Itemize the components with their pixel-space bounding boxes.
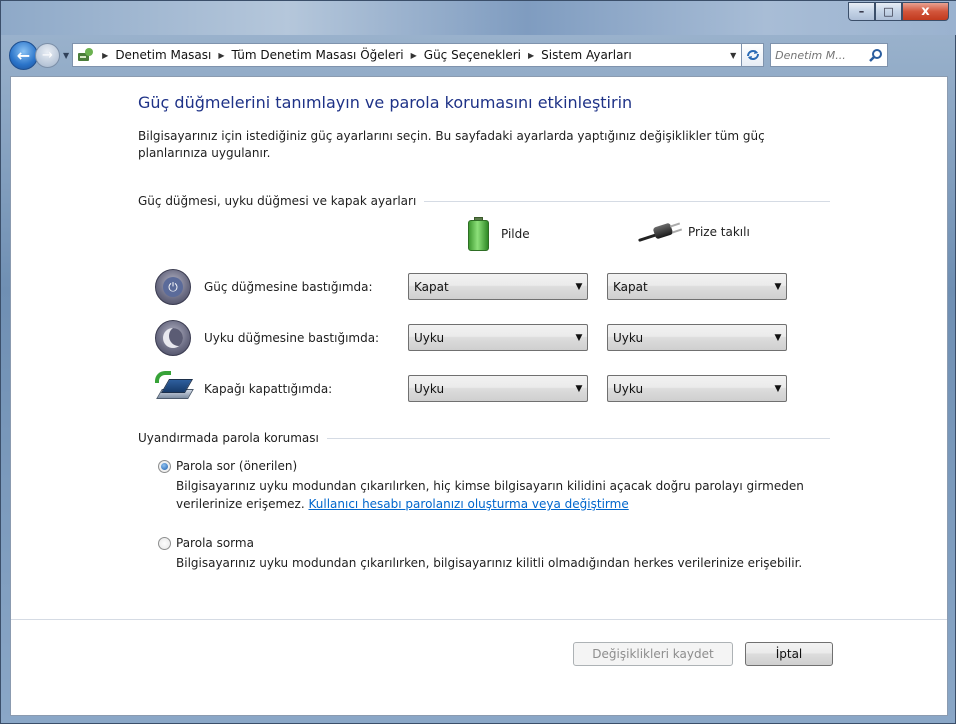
section-divider (424, 200, 830, 202)
maximize-button[interactable]: □ (875, 2, 902, 21)
lid-close-battery-select[interactable]: Uyku ▼ (408, 375, 588, 402)
back-arrow-icon: ← (16, 45, 31, 65)
no-password-radio[interactable] (158, 536, 171, 550)
breadcrumb-separator-icon[interactable]: ▶ (411, 51, 417, 60)
section-heading-label: Güç düğmesi, uyku düğmesi ve kapak ayarl… (138, 194, 417, 208)
address-bar[interactable]: ▶ Denetim Masası ▶ Tüm Denetim Masası Öğ… (72, 43, 743, 67)
dropdown-arrow-icon: ▼ (575, 383, 583, 394)
no-password-label[interactable]: Parola sorma (176, 536, 254, 550)
search-icon[interactable] (869, 48, 883, 62)
close-button[interactable]: x (902, 2, 949, 21)
lid-close-plugged-select[interactable]: Uyku ▼ (607, 375, 787, 402)
sleep-button-icon (155, 320, 191, 356)
password-section-heading: Uyandırmada parola koruması (138, 431, 830, 445)
forward-arrow-icon: → (42, 47, 53, 63)
select-value: Kapat (613, 279, 648, 294)
require-password-label[interactable]: Parola sor (önerilen) (176, 459, 297, 473)
refresh-button[interactable] (742, 43, 765, 67)
breadcrumb-item-control-panel[interactable]: Denetim Masası (115, 48, 211, 62)
dropdown-arrow-icon: ▼ (575, 281, 583, 292)
sleep-button-plugged-select[interactable]: Uyku ▼ (607, 324, 787, 351)
power-button-row: ⏻ Güç düğmesine bastığımda: Kapat ▼ Kapa… (138, 269, 838, 309)
minimize-icon: – (858, 5, 865, 18)
breadcrumb-item-power-options[interactable]: Güç Seçenekleri (424, 48, 521, 62)
column-label-plugged-in: Prize takılı (688, 225, 750, 239)
select-value: Kapat (414, 279, 449, 294)
sleep-button-battery-select[interactable]: Uyku ▼ (408, 324, 588, 351)
require-password-option: Parola sor (önerilen) Bilgisayarınız uyk… (158, 459, 818, 513)
power-button-label: Güç düğmesine bastığımda: (204, 280, 373, 294)
minimize-button[interactable]: – (848, 2, 875, 21)
column-header-battery: Pilde (468, 217, 530, 251)
save-changes-button[interactable]: Değişiklikleri kaydet (573, 642, 733, 666)
recent-pages-dropdown-icon[interactable]: ▼ (63, 51, 69, 60)
require-password-radio[interactable] (158, 459, 171, 473)
search-box[interactable] (770, 43, 889, 67)
dropdown-arrow-icon: ▼ (774, 281, 782, 292)
breadcrumb-separator-icon[interactable]: ▶ (528, 51, 534, 60)
section-heading-label: Uyandırmada parola koruması (138, 431, 319, 445)
battery-icon (468, 217, 489, 251)
breadcrumb-item-all-items[interactable]: Tüm Denetim Masası Öğeleri (232, 48, 404, 62)
refresh-icon (746, 50, 759, 60)
sleep-button-row: Uyku düğmesine bastığımda: Uyku ▼ Uyku ▼ (138, 320, 838, 360)
dropdown-arrow-icon: ▼ (774, 332, 782, 343)
page-description: Bilgisayarınız için istediğiniz güç ayar… (138, 129, 765, 160)
laptop-lid-icon (155, 371, 194, 405)
lid-close-label: Kapağı kapattığımda: (204, 382, 333, 396)
navigation-bar: ← → ▼ ▶ Denetim Masası ▶ Tüm Denetim Mas… (9, 37, 949, 73)
select-value: Uyku (613, 381, 644, 396)
breadcrumb: ▶ Denetim Masası ▶ Tüm Denetim Masası Öğ… (95, 48, 725, 62)
require-password-description: Bilgisayarınız uyku modundan çıkarılırke… (176, 477, 816, 513)
maximize-icon: □ (883, 5, 894, 18)
create-password-link[interactable]: Kullanıcı hesabı parolanızı oluşturma ve… (308, 497, 628, 511)
no-password-option: Parola sorma Bilgisayarınız uyku modunda… (158, 536, 818, 572)
dropdown-arrow-icon: ▼ (575, 332, 583, 343)
power-buttons-section-heading: Güç düğmesi, uyku düğmesi ve kapak ayarl… (138, 194, 830, 208)
footer-divider (11, 619, 947, 620)
sleep-button-label: Uyku düğmesine bastığımda: (204, 331, 380, 345)
power-button-battery-select[interactable]: Kapat ▼ (408, 273, 588, 300)
back-button[interactable]: ← (9, 40, 38, 70)
forward-button[interactable]: → (35, 42, 60, 68)
close-icon: x (921, 4, 930, 19)
content-area: Güç düğmelerini tanımlayın ve parola kor… (10, 76, 948, 716)
power-plug-icon (638, 221, 683, 243)
title-bar[interactable]: – □ x (1, 1, 956, 35)
control-panel-icon (78, 48, 94, 61)
cancel-button-label: İptal (775, 647, 803, 661)
select-value: Uyku (414, 330, 445, 345)
column-header-plugged-in: Prize takılı (638, 221, 750, 243)
breadcrumb-item-system-settings[interactable]: Sistem Ayarları (541, 48, 632, 62)
search-input[interactable] (775, 48, 862, 62)
radio-selected-dot (161, 462, 168, 470)
power-button-plugged-select[interactable]: Kapat ▼ (607, 273, 787, 300)
column-label-battery: Pilde (501, 227, 530, 241)
section-divider (326, 437, 830, 439)
select-value: Uyku (613, 330, 644, 345)
dropdown-arrow-icon: ▼ (774, 383, 782, 394)
page-title: Güç düğmelerini tanımlayın ve parola kor… (138, 93, 633, 112)
no-password-description: Bilgisayarınız uyku modundan çıkarılırke… (176, 556, 803, 570)
cancel-button[interactable]: İptal (745, 642, 833, 666)
power-button-icon: ⏻ (155, 269, 191, 305)
caption-buttons: – □ x (848, 2, 949, 21)
breadcrumb-separator-icon[interactable]: ▶ (102, 51, 108, 60)
lid-close-row: Kapağı kapattığımda: Uyku ▼ Uyku ▼ (138, 371, 838, 411)
breadcrumb-separator-icon[interactable]: ▶ (218, 51, 224, 60)
window-frame: – □ x ← → ▼ ▶ Denetim Masası ▶ Tüm Denet… (0, 0, 956, 724)
select-value: Uyku (414, 381, 445, 396)
address-dropdown-icon[interactable]: ▼ (725, 51, 741, 60)
